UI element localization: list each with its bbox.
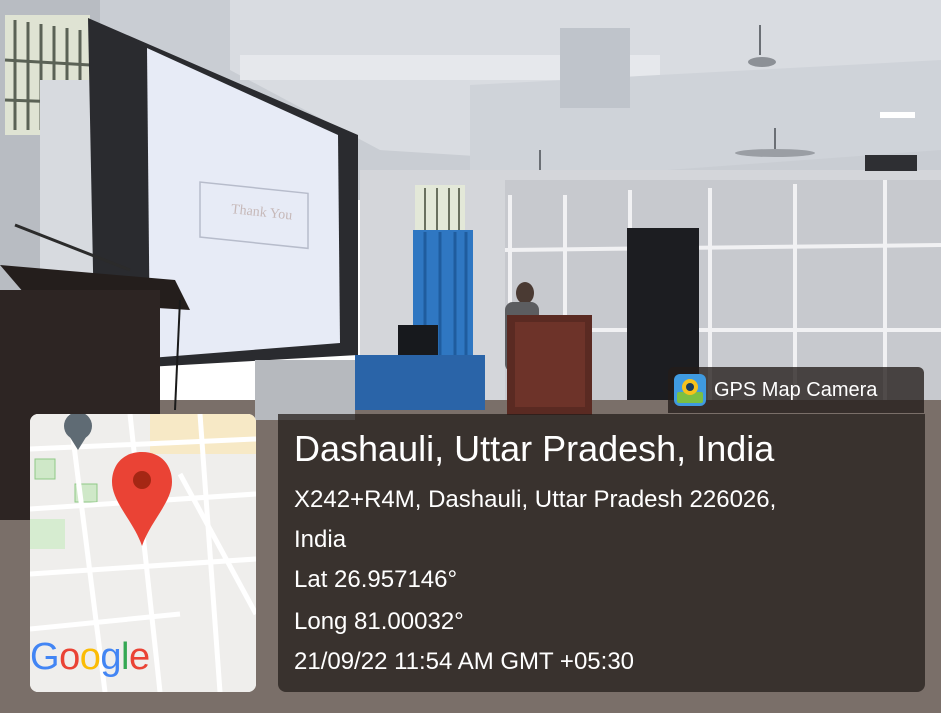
- location-info-panel: Dashauli, Uttar Pradesh, India X242+R4M,…: [278, 414, 925, 692]
- longitude-text: Long 81.00032°: [294, 608, 464, 635]
- table-blue-cloth: [355, 355, 485, 410]
- gps-map-camera-badge: GPS Map Camera: [668, 367, 924, 413]
- address-line-2: India: [294, 526, 347, 553]
- location-title: Dashauli, Uttar Pradesh, India: [294, 428, 775, 469]
- google-logo: Google: [30, 636, 150, 678]
- app-badge-label: GPS Map Camera: [714, 379, 878, 401]
- map-thumbnail: Google: [30, 414, 256, 692]
- gps-map-camera-app-icon: [674, 374, 706, 406]
- timestamp-text: 21/09/22 11:54 AM GMT +05:30: [294, 648, 635, 675]
- latitude-text: Lat 26.957146°: [294, 566, 458, 593]
- address-line-1: X242+R4M, Dashauli, Uttar Pradesh 226026…: [294, 486, 777, 513]
- laptop: [398, 325, 438, 355]
